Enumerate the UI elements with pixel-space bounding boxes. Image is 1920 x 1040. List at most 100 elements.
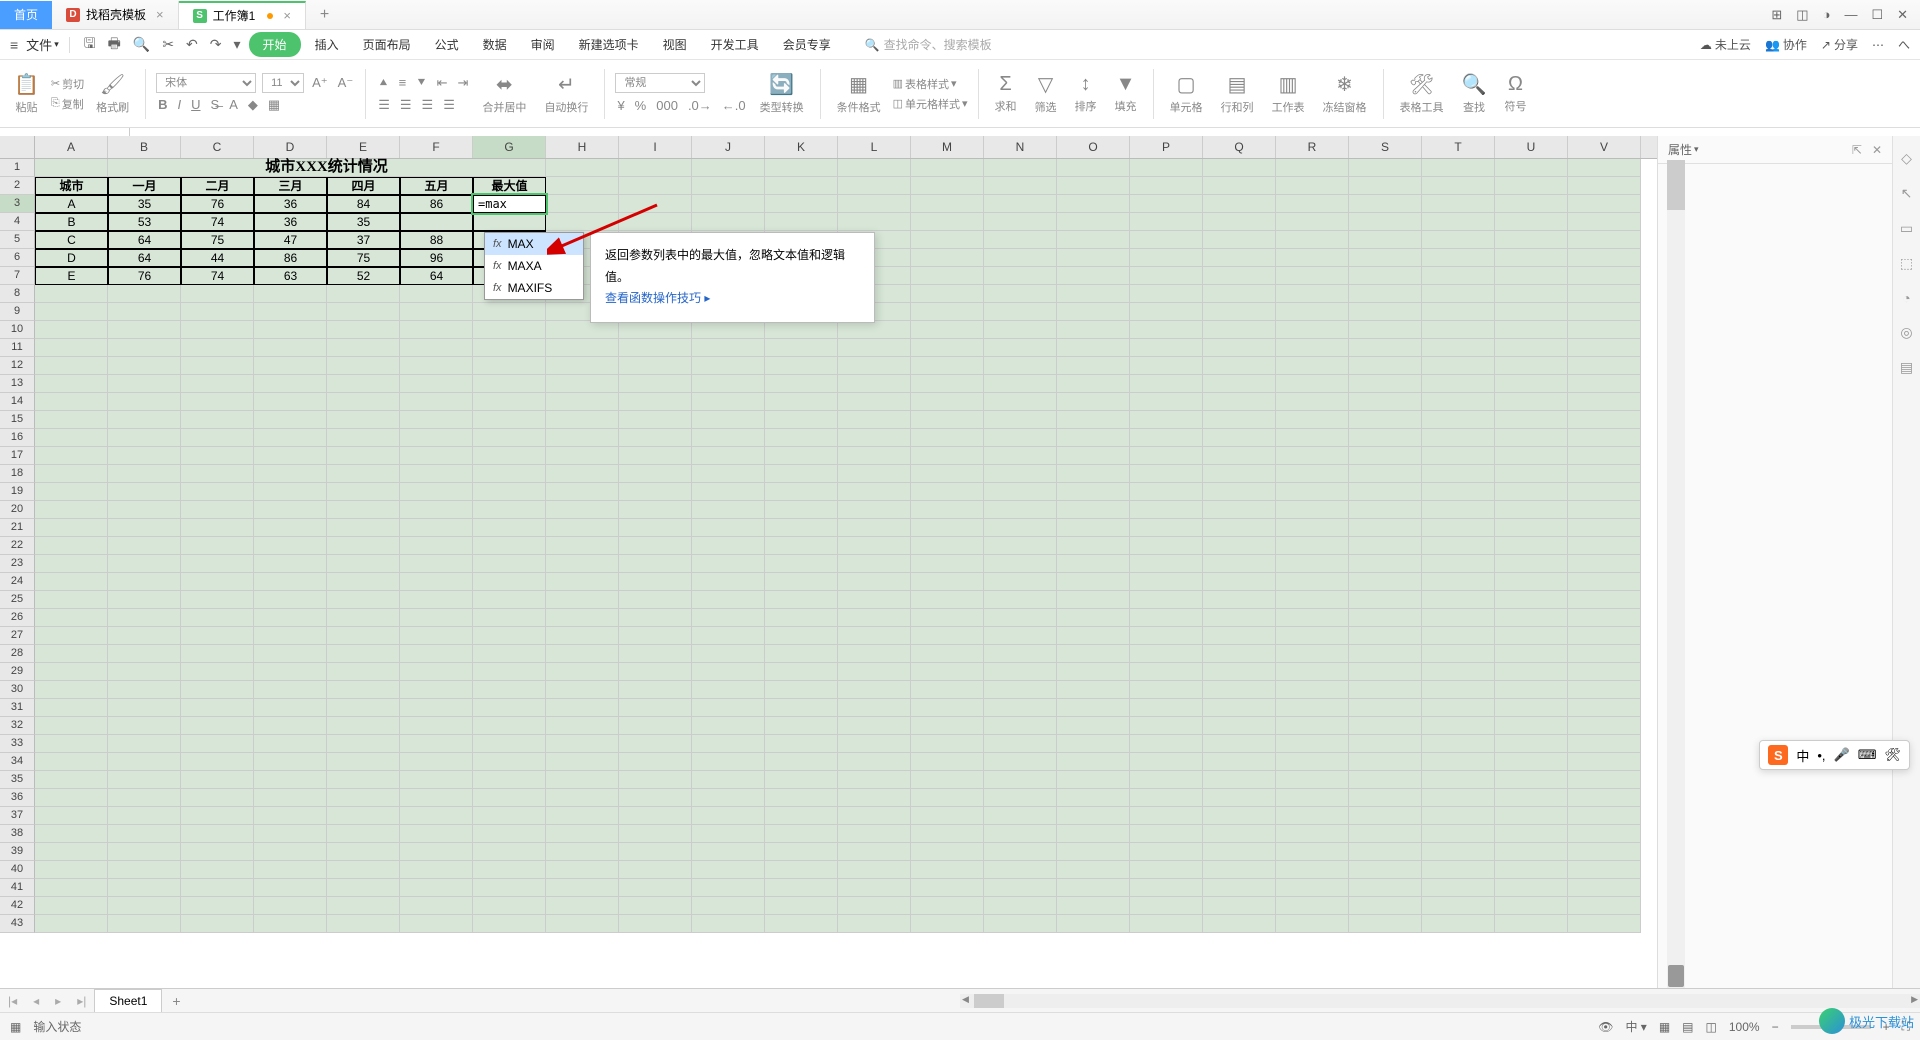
cell[interactable] (619, 447, 692, 465)
cell[interactable] (1130, 555, 1203, 573)
cell[interactable]: 96 (400, 249, 473, 267)
cell[interactable] (108, 681, 181, 699)
cell[interactable] (400, 681, 473, 699)
cell[interactable] (108, 411, 181, 429)
dec-inc-icon[interactable]: .0→ (686, 96, 714, 115)
cell[interactable] (1057, 339, 1130, 357)
cell[interactable] (108, 303, 181, 321)
dropdown-icon[interactable]: ▾ (230, 36, 245, 53)
cell[interactable] (765, 861, 838, 879)
cell[interactable] (1057, 825, 1130, 843)
cell[interactable] (1495, 591, 1568, 609)
cell[interactable] (400, 501, 473, 519)
cell[interactable] (911, 195, 984, 213)
cell[interactable] (254, 303, 327, 321)
cell[interactable] (1349, 789, 1422, 807)
cell[interactable] (400, 339, 473, 357)
cell[interactable] (1568, 699, 1641, 717)
cell[interactable] (765, 915, 838, 933)
cell[interactable] (546, 627, 619, 645)
fill-button[interactable]: ▼填充 (1109, 73, 1143, 114)
cell[interactable] (838, 159, 911, 177)
cell[interactable]: 城市XXX统计情况 (108, 159, 546, 177)
cell[interactable] (765, 573, 838, 591)
cell[interactable] (1203, 537, 1276, 555)
cell[interactable] (473, 735, 546, 753)
column-header[interactable]: I (619, 136, 692, 158)
cell[interactable] (108, 807, 181, 825)
cell[interactable] (838, 483, 911, 501)
cell[interactable] (1422, 555, 1495, 573)
cell[interactable] (1568, 897, 1641, 915)
cell[interactable] (1203, 303, 1276, 321)
cell[interactable] (1568, 465, 1641, 483)
cell[interactable] (400, 213, 473, 231)
cell[interactable] (400, 663, 473, 681)
cell[interactable] (911, 609, 984, 627)
strike-icon[interactable]: S̶ (209, 95, 222, 114)
cell[interactable] (1057, 627, 1130, 645)
cell[interactable]: D (35, 249, 108, 267)
cell[interactable] (473, 537, 546, 555)
cell[interactable] (1057, 267, 1130, 285)
column-header[interactable]: G (473, 136, 546, 158)
cell[interactable] (692, 555, 765, 573)
cell[interactable]: =max (473, 195, 546, 213)
align-right-icon[interactable]: ☰ (420, 95, 436, 115)
cell[interactable] (838, 879, 911, 897)
cell[interactable] (473, 447, 546, 465)
cell[interactable] (1203, 159, 1276, 177)
tooltip-link[interactable]: 查看函数操作技巧 ▸ (605, 291, 710, 305)
cell[interactable] (254, 357, 327, 375)
cell[interactable] (108, 465, 181, 483)
autocomplete-item[interactable]: fxMAXA (485, 255, 583, 277)
cell[interactable] (35, 627, 108, 645)
cell[interactable] (1422, 231, 1495, 249)
cell[interactable] (1349, 825, 1422, 843)
cell[interactable] (984, 663, 1057, 681)
cell[interactable] (108, 879, 181, 897)
cell[interactable] (911, 465, 984, 483)
cell[interactable] (1568, 609, 1641, 627)
cell[interactable] (1276, 591, 1349, 609)
cell[interactable] (1349, 357, 1422, 375)
cell[interactable] (254, 321, 327, 339)
cell[interactable] (1130, 393, 1203, 411)
cell[interactable] (1203, 897, 1276, 915)
cell[interactable] (1203, 177, 1276, 195)
cell[interactable] (473, 465, 546, 483)
cell[interactable] (1203, 591, 1276, 609)
cell[interactable] (35, 807, 108, 825)
cell[interactable] (35, 303, 108, 321)
cell[interactable] (984, 483, 1057, 501)
cell[interactable] (1057, 789, 1130, 807)
ime-keyboard-icon[interactable]: ⌨ (1858, 747, 1877, 763)
cell[interactable] (1422, 285, 1495, 303)
cell[interactable] (1349, 231, 1422, 249)
cell[interactable] (1276, 267, 1349, 285)
cell[interactable] (1568, 879, 1641, 897)
cell[interactable] (765, 483, 838, 501)
cell[interactable] (619, 681, 692, 699)
cell[interactable] (1349, 771, 1422, 789)
cell[interactable] (1130, 303, 1203, 321)
cell[interactable] (108, 375, 181, 393)
cell[interactable] (546, 789, 619, 807)
cell[interactable] (1349, 375, 1422, 393)
cell[interactable] (692, 177, 765, 195)
cell[interactable] (619, 627, 692, 645)
cell[interactable] (1130, 321, 1203, 339)
cell[interactable] (181, 465, 254, 483)
cell[interactable] (546, 447, 619, 465)
cell[interactable] (1568, 411, 1641, 429)
cell[interactable] (327, 537, 400, 555)
sheet-tab[interactable]: Sheet1 (94, 989, 162, 1012)
cell[interactable] (181, 303, 254, 321)
cut-button[interactable]: ✂ 剪切 (51, 76, 84, 92)
wrap-button[interactable]: ↵自动换行 (538, 72, 594, 115)
cell[interactable] (1349, 807, 1422, 825)
cell[interactable] (1495, 627, 1568, 645)
cell[interactable] (765, 825, 838, 843)
command-search[interactable]: 🔍 查找命令、搜索模板 (865, 36, 992, 53)
cell[interactable] (473, 429, 546, 447)
